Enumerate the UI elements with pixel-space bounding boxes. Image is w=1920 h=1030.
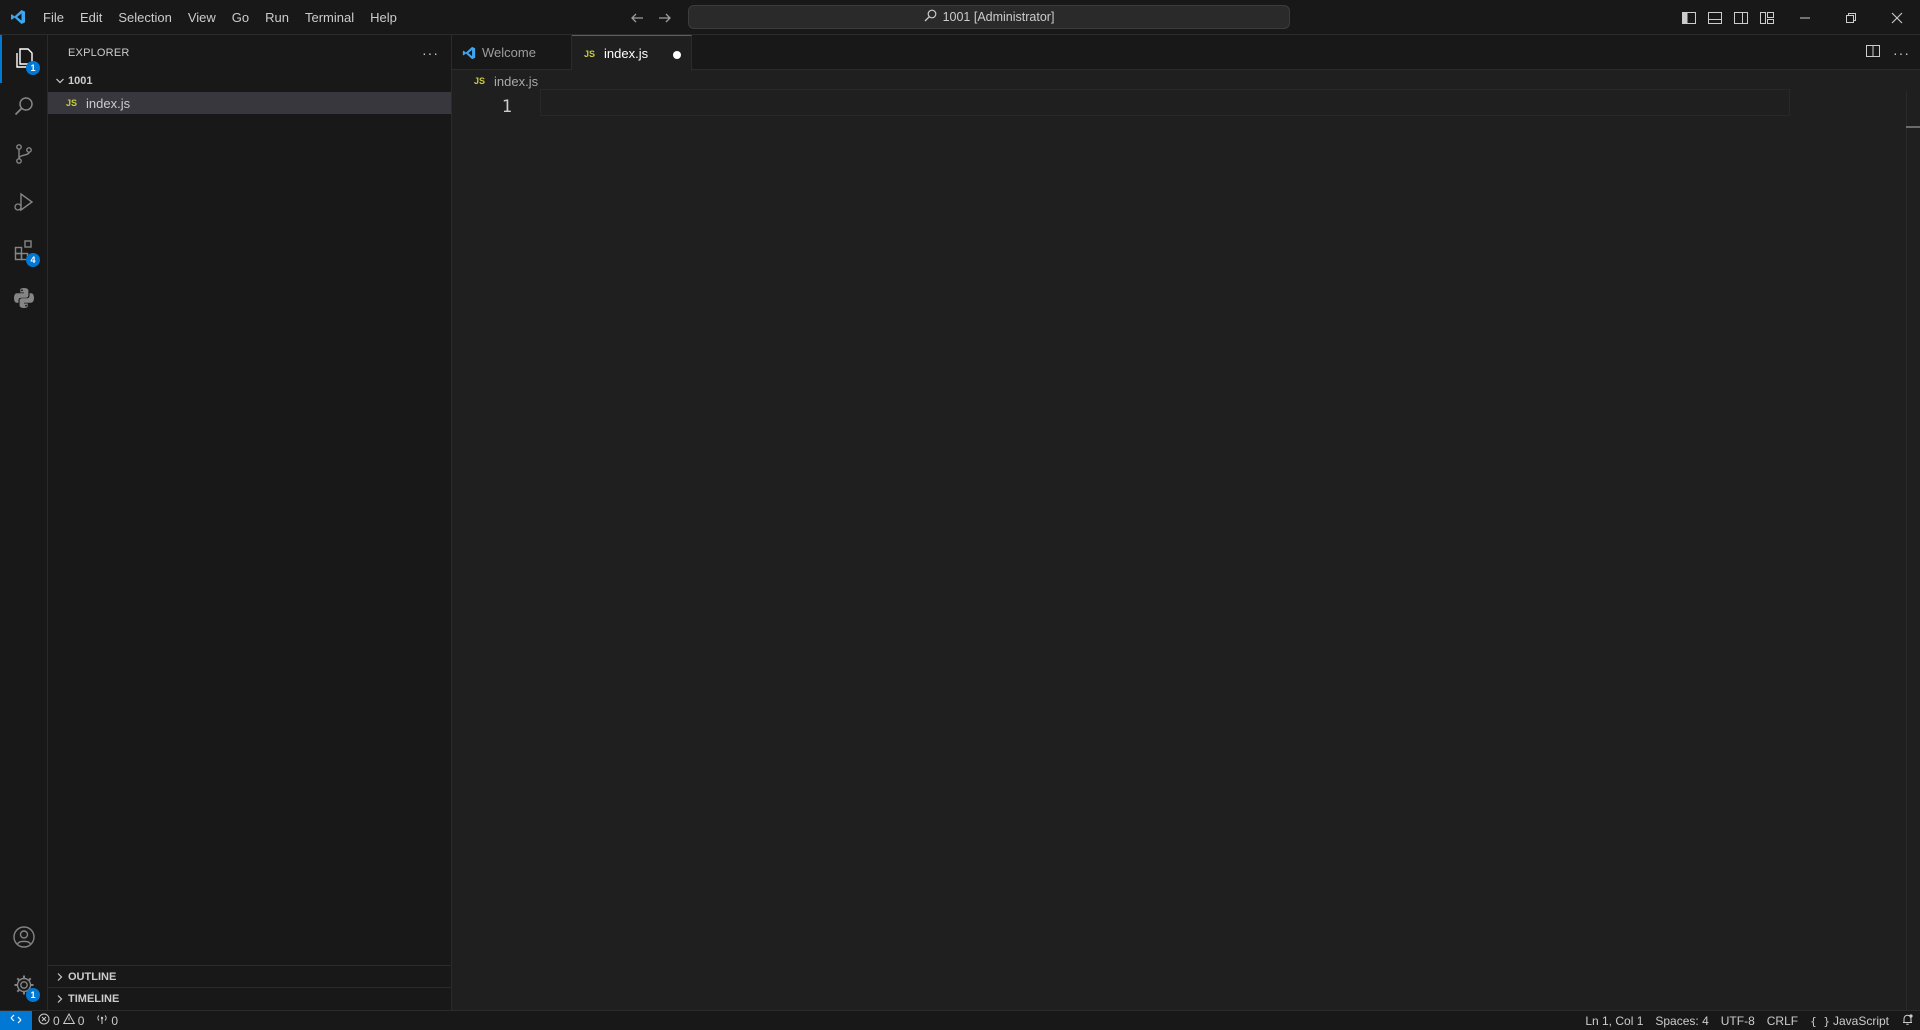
close-window-icon[interactable] <box>1874 0 1920 35</box>
python-icon <box>12 286 36 313</box>
timeline-label: TIMELINE <box>68 992 120 1005</box>
current-line-highlight <box>540 89 1790 116</box>
language-mode[interactable]: { } JavaScript <box>1804 1011 1895 1030</box>
file-item-index-js[interactable]: JS index.js <box>48 92 451 114</box>
title-bar: File Edit Selection View Go Run Terminal… <box>0 0 1920 35</box>
layout-controls <box>1680 0 1776 35</box>
extensions-badge: 4 <box>26 253 40 267</box>
status-bar: 0 0 0 Ln 1, Col 1 Spaces: 4 UTF-8 CRLF {… <box>0 1010 1920 1030</box>
breadcrumb-file[interactable]: index.js <box>494 74 538 89</box>
chevron-down-icon <box>52 76 68 86</box>
settings-badge: 1 <box>26 988 40 1002</box>
source-control-icon <box>12 142 36 169</box>
broadcast-icon <box>96 1013 108 1028</box>
customize-layout-icon[interactable] <box>1758 9 1776 27</box>
back-arrow-icon[interactable] <box>628 9 646 27</box>
menu-edit[interactable]: Edit <box>72 0 110 35</box>
error-count: 0 <box>53 1013 60 1028</box>
minimize-icon[interactable] <box>1782 0 1828 35</box>
command-center-label: 1001 [Administrator] <box>942 10 1055 24</box>
window-controls <box>1782 0 1920 35</box>
account-icon <box>12 925 36 952</box>
explorer-badge: 1 <box>26 61 40 75</box>
error-icon <box>38 1013 50 1028</box>
activity-python[interactable] <box>0 275 48 323</box>
activity-search[interactable] <box>0 83 48 131</box>
folder-row[interactable]: 1001 <box>48 70 451 92</box>
command-center-search[interactable]: 1001 [Administrator] <box>688 5 1290 29</box>
js-file-icon: JS <box>66 98 78 108</box>
unsaved-dot-icon[interactable] <box>673 51 681 59</box>
run-debug-icon <box>12 190 36 217</box>
tab-bar: Welcome JS index.js ··· <box>452 35 1920 71</box>
ports-indicator[interactable]: 0 <box>90 1011 124 1030</box>
search-icon <box>924 9 937 25</box>
remote-indicator[interactable] <box>0 1010 32 1030</box>
activity-manage[interactable]: 1 <box>0 962 48 1010</box>
activity-run-debug[interactable] <box>0 179 48 227</box>
warning-count: 0 <box>77 1013 85 1028</box>
menu-help[interactable]: Help <box>362 0 405 35</box>
split-editor-icon[interactable] <box>1865 43 1881 62</box>
vertical-scrollbar[interactable] <box>1906 92 1907 1010</box>
remote-icon <box>10 1013 22 1028</box>
js-file-icon: JS <box>474 76 486 86</box>
more-actions-icon[interactable]: ··· <box>422 45 439 61</box>
chevron-right-icon <box>52 972 68 982</box>
timeline-pane-header[interactable]: TIMELINE <box>48 987 451 1009</box>
menu-run[interactable]: Run <box>257 0 297 35</box>
forward-arrow-icon[interactable] <box>656 9 674 27</box>
ports-count: 0 <box>111 1013 119 1028</box>
menu-go[interactable]: Go <box>224 0 257 35</box>
chevron-right-icon <box>52 994 68 1004</box>
status-right: Ln 1, Col 1 Spaces: 4 UTF-8 CRLF { } Jav… <box>1579 1011 1920 1030</box>
editor-actions: ··· <box>1865 35 1910 70</box>
menu-terminal[interactable]: Terminal <box>297 0 362 35</box>
end-of-line[interactable]: CRLF <box>1761 1011 1804 1030</box>
code-editor[interactable]: 1 <box>452 89 1920 1010</box>
sidebar-title: EXPLORER <box>68 46 130 59</box>
toggle-primary-sidebar-icon[interactable] <box>1680 9 1698 27</box>
warning-icon <box>62 1012 75 1028</box>
activity-extensions[interactable]: 4 <box>0 227 48 275</box>
braces-icon: { } <box>1810 1014 1830 1028</box>
problems-indicator[interactable]: 0 0 <box>32 1011 90 1030</box>
line-number: 1 <box>501 97 512 117</box>
outline-label: OUTLINE <box>68 970 117 983</box>
tab-welcome[interactable]: Welcome <box>452 35 572 70</box>
menu-view[interactable]: View <box>180 0 224 35</box>
sidebar-header: EXPLORER ··· <box>48 35 451 70</box>
tab-index-js[interactable]: JS index.js <box>572 35 692 71</box>
navigation-arrows <box>628 0 674 35</box>
activity-explorer[interactable]: 1 <box>0 35 48 83</box>
activity-bar: 1 4 1 <box>0 35 48 1010</box>
overview-ruler-cursor <box>1906 126 1920 128</box>
toggle-panel-icon[interactable] <box>1706 9 1724 27</box>
encoding[interactable]: UTF-8 <box>1715 1011 1761 1030</box>
menu-selection[interactable]: Selection <box>110 0 179 35</box>
explorer-sidebar: EXPLORER ··· 1001 JS index.js OUTLINE TI… <box>48 35 452 1010</box>
toggle-secondary-sidebar-icon[interactable] <box>1732 9 1750 27</box>
vscode-logo-icon <box>0 0 35 35</box>
editor-area: Welcome JS index.js ··· JS index.js 1 <box>452 35 1920 1010</box>
language-label: JavaScript <box>1832 1014 1889 1028</box>
indentation[interactable]: Spaces: 4 <box>1649 1011 1714 1030</box>
notifications[interactable] <box>1895 1011 1920 1030</box>
activity-source-control[interactable] <box>0 131 48 179</box>
folder-name: 1001 <box>68 75 93 87</box>
more-actions-icon[interactable]: ··· <box>1893 45 1910 61</box>
js-file-icon: JS <box>584 48 596 59</box>
outline-pane-header[interactable]: OUTLINE <box>48 965 451 987</box>
bell-icon <box>1901 1013 1914 1029</box>
restore-icon[interactable] <box>1828 0 1874 35</box>
tab-label: Welcome <box>482 45 536 60</box>
menu-bar: File Edit Selection View Go Run Terminal… <box>35 0 405 35</box>
menu-file[interactable]: File <box>35 0 72 35</box>
file-name: index.js <box>86 95 131 111</box>
cursor-position[interactable]: Ln 1, Col 1 <box>1579 1011 1649 1030</box>
tab-label: index.js <box>604 46 649 61</box>
search-icon <box>12 94 36 121</box>
activity-accounts[interactable] <box>0 914 48 962</box>
vscode-logo-icon <box>462 46 476 60</box>
